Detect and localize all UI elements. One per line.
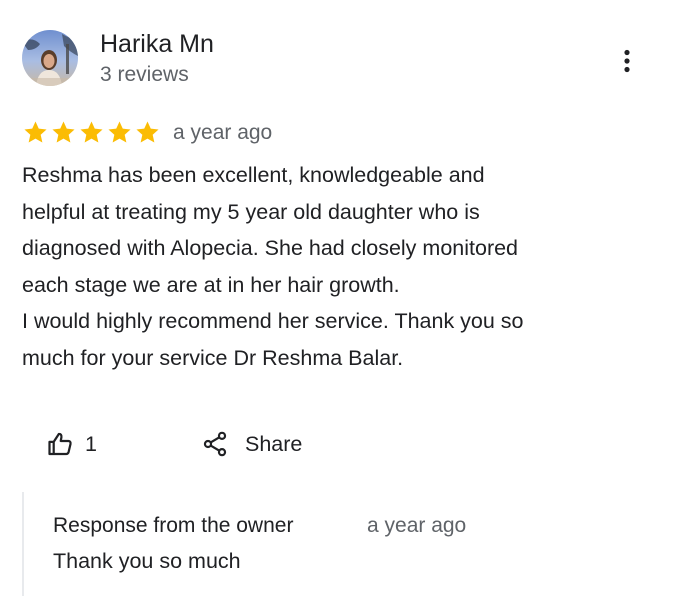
review-text-line: much for your service Dr Reshma Balar. [22, 345, 404, 370]
star-icon [24, 120, 47, 143]
owner-response-text: Thank you so much [53, 549, 241, 573]
share-button[interactable]: Share [201, 426, 302, 462]
star-icon [52, 120, 75, 143]
owner-response: Response from the owner a year ago Thank… [22, 492, 644, 596]
reviewer-name[interactable]: Harika Mn [100, 28, 214, 60]
thumb-up-icon [48, 432, 72, 456]
reviewer-review-count[interactable]: 3 reviews [100, 61, 189, 89]
profile-photo-icon [22, 30, 78, 86]
star-icon [108, 120, 131, 143]
owner-response-title: Response from the owner [53, 514, 294, 537]
like-button[interactable]: 1 [46, 426, 97, 462]
more-options-button[interactable] [610, 44, 644, 78]
review-text-line: each stage we are at in her hair growth. [22, 272, 400, 297]
review-text-line: Reshma has been excellent, knowledgeable… [22, 163, 485, 187]
star-icon [80, 120, 103, 143]
review-text-line: diagnosed with Alopecia. She had closely… [22, 236, 519, 261]
like-count: 1 [85, 431, 97, 456]
more-vert-icon [624, 49, 630, 73]
share-label: Share [245, 431, 303, 456]
avatar[interactable] [22, 30, 78, 86]
share-icon [203, 431, 227, 457]
review-text-line: helpful at treating my 5 year old daught… [22, 199, 480, 224]
star-rating [22, 118, 162, 146]
review-card: Harika Mn 3 reviews a year ago Reshma ha… [0, 0, 681, 614]
owner-response-date: a year ago [367, 514, 467, 537]
review-text: Reshma has been excellent, knowledgeable… [22, 157, 662, 377]
review-date: a year ago [173, 121, 273, 144]
star-icon [136, 120, 159, 143]
review-text-line: I would highly recommend her service. Th… [22, 309, 524, 334]
